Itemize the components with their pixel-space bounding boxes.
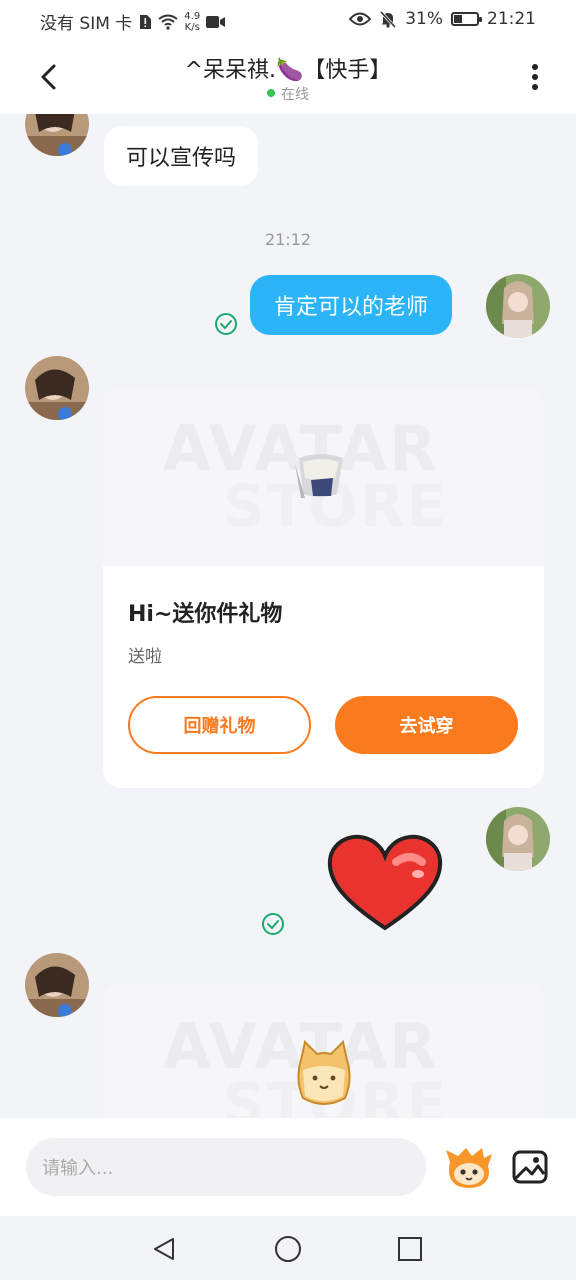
gift-item-icon bbox=[295, 454, 343, 498]
status-right: 31% 21:21 bbox=[349, 9, 536, 29]
status-bar: 没有 SIM 卡 4.9 K/s 31% 21:21 bbox=[0, 0, 576, 40]
nav-home-icon[interactable] bbox=[274, 1235, 302, 1263]
battery-percent: 31% bbox=[405, 9, 443, 29]
gift-card[interactable]: AVATAR STORE Hi~送你件礼物 送啦 回赠礼物 去试穿 bbox=[103, 386, 544, 788]
my-avatar[interactable] bbox=[486, 274, 550, 338]
carrier-text: 没有 SIM 卡 bbox=[40, 14, 133, 34]
input-bar: 请输入... bbox=[0, 1118, 576, 1216]
message-input[interactable]: 请输入... bbox=[26, 1138, 426, 1196]
message-timestamp: 21:12 bbox=[264, 230, 312, 249]
battery-icon bbox=[451, 12, 482, 26]
net-speed: 4.9 K/s bbox=[184, 11, 200, 33]
contact-avatar[interactable] bbox=[25, 356, 89, 420]
chat-header: ^呆呆祺.🍆【快手】 在线 bbox=[0, 40, 576, 114]
system-nav-bar bbox=[0, 1216, 576, 1280]
gift-card[interactable]: AVATAR STORE bbox=[103, 984, 544, 1118]
eye-icon bbox=[349, 12, 372, 26]
chat-title[interactable]: ^呆呆祺.🍆【快手】 bbox=[0, 52, 576, 84]
net-speed-unit: K/s bbox=[184, 21, 200, 33]
contact-avatar[interactable] bbox=[25, 953, 89, 1017]
status-left: 没有 SIM 卡 4.9 K/s bbox=[40, 9, 226, 34]
gift-image: AVATAR STORE bbox=[103, 386, 544, 566]
nav-back-icon[interactable] bbox=[151, 1236, 179, 1262]
online-dot-icon bbox=[267, 89, 275, 97]
clock: 21:21 bbox=[487, 9, 536, 29]
my-avatar[interactable] bbox=[486, 807, 550, 871]
read-check-icon bbox=[215, 313, 237, 335]
contact-avatar[interactable] bbox=[25, 114, 89, 156]
try-on-button[interactable]: 去试穿 bbox=[335, 696, 518, 754]
read-check-icon bbox=[262, 913, 284, 935]
nav-recents-icon[interactable] bbox=[397, 1236, 423, 1262]
received-message[interactable]: 可以宣传吗 bbox=[104, 126, 259, 186]
sim-alert-icon bbox=[140, 14, 152, 29]
net-speed-value: 4.9 bbox=[184, 10, 201, 22]
heart-sticker[interactable] bbox=[326, 832, 444, 932]
sent-message[interactable]: 肯定可以的老师 bbox=[250, 275, 453, 335]
gift-title: Hi~送你件礼物 bbox=[128, 602, 283, 627]
online-label: 在线 bbox=[281, 87, 309, 103]
online-status: 在线 bbox=[0, 84, 576, 104]
gift-image: AVATAR STORE bbox=[103, 984, 544, 1118]
wifi-icon bbox=[158, 14, 178, 30]
more-options-icon[interactable] bbox=[520, 60, 550, 94]
mute-bell-icon bbox=[380, 10, 397, 28]
image-picker-icon[interactable] bbox=[512, 1150, 548, 1184]
return-gift-button[interactable]: 回赠礼物 bbox=[128, 696, 311, 754]
chat-area[interactable]: 可以宣传吗 21:12 肯定可以的老师 AVATAR STORE Hi~送你件礼… bbox=[0, 114, 576, 1118]
gift-subtitle: 送啦 bbox=[128, 647, 162, 667]
avatar-sticker-button-icon[interactable] bbox=[444, 1146, 494, 1188]
cat-sticker-icon bbox=[297, 1040, 351, 1105]
video-record-icon bbox=[206, 15, 226, 28]
